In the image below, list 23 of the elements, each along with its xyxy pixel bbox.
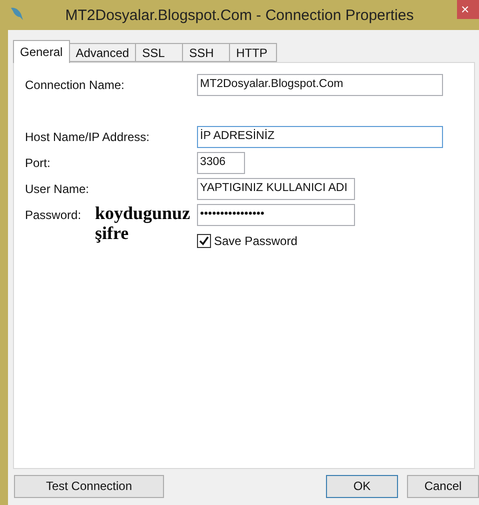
dialog-button[interactable]: Cancel bbox=[407, 474, 479, 498]
input-field[interactable]: İP ADRESİNİZ bbox=[197, 126, 443, 148]
field-label: Connection Name: bbox=[25, 78, 124, 92]
field-label: Host Name/IP Address: bbox=[25, 130, 150, 144]
field-label: Password: bbox=[25, 208, 82, 222]
field-label: User Name: bbox=[25, 182, 90, 196]
dialog-button[interactable]: OK bbox=[326, 474, 398, 498]
tab[interactable]: SSL bbox=[135, 43, 184, 62]
tab[interactable]: SSH bbox=[182, 43, 230, 62]
checkbox-label: Save Password bbox=[214, 234, 298, 248]
input-field[interactable]: MT2Dosyalar.Blogspot.Com bbox=[197, 74, 443, 96]
annotation-text: koydugunuz şifre bbox=[95, 203, 190, 243]
checkbox[interactable] bbox=[197, 234, 211, 248]
window-title: MT2Dosyalar.Blogspot.Com - Connection Properties bbox=[65, 6, 414, 24]
dialog-button[interactable]: Test Connection bbox=[14, 474, 164, 498]
tab[interactable]: Advanced bbox=[68, 43, 136, 62]
input-field[interactable]: 3306 bbox=[197, 152, 245, 174]
tab[interactable]: General bbox=[13, 40, 70, 63]
close-button[interactable]: × bbox=[457, 0, 479, 19]
tab[interactable]: HTTP bbox=[229, 43, 278, 62]
input-field[interactable]: •••••••••••••••• bbox=[197, 204, 355, 226]
field-label: Port: bbox=[25, 156, 50, 170]
input-field[interactable]: YAPTIGINIZ KULLANICI ADI bbox=[197, 178, 355, 200]
